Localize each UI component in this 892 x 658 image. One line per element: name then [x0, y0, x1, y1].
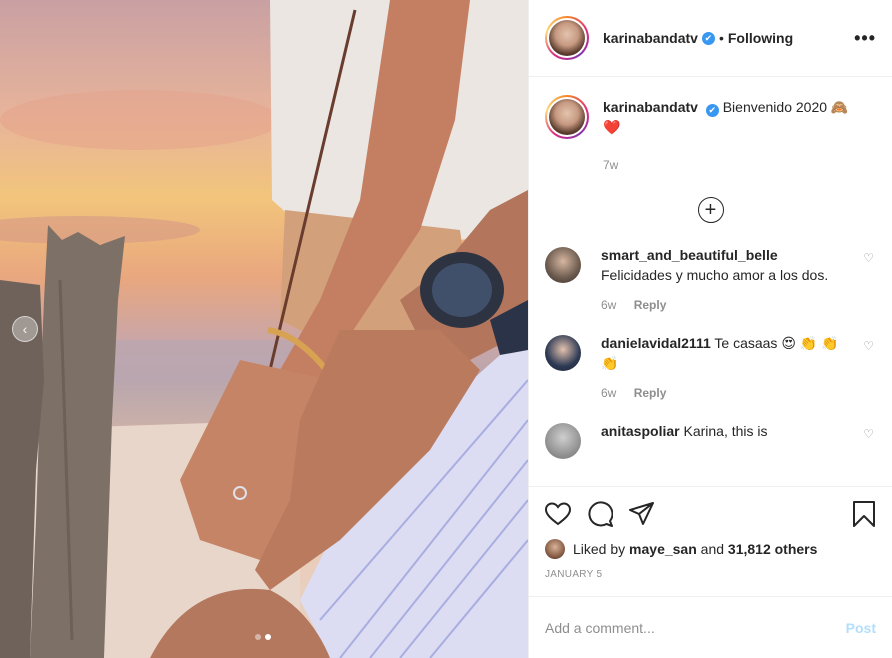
comment-icon[interactable]: [587, 501, 613, 527]
liker-username[interactable]: maye_san: [629, 541, 697, 557]
heart-icon[interactable]: [545, 502, 571, 526]
action-buttons: [545, 499, 876, 529]
carousel-dot-active: [265, 634, 271, 640]
header-separator: •: [718, 30, 724, 46]
post-date[interactable]: JANUARY 5: [545, 569, 876, 580]
share-icon[interactable]: [629, 502, 655, 526]
verified-badge-icon: ✔: [701, 31, 715, 45]
post-caption: karinabandatv ✔ Bienvenido 2020 🙈 ❤️ 7w: [545, 95, 876, 175]
comment-like-heart-icon[interactable]: ♡: [863, 251, 874, 265]
post-side-panel: karinabandatv ✔ • Following ••• karinaba…: [528, 0, 892, 658]
comment-input[interactable]: [545, 619, 846, 636]
caption-emoji: ❤️: [603, 119, 621, 135]
caption-avatar[interactable]: [545, 95, 589, 139]
carousel-indicator: [255, 634, 271, 640]
add-comment-bar: Post: [529, 596, 892, 658]
comment-username[interactable]: anitaspoliar: [601, 423, 680, 439]
avatar-image: [549, 20, 585, 56]
comment-item: smart_and_beautiful_belle Felicidades y …: [545, 245, 876, 315]
comment-item: anitaspoliar Karina, this is ♡: [545, 421, 876, 459]
post-header: karinabandatv ✔ • Following •••: [529, 0, 892, 77]
liker-avatar[interactable]: [545, 539, 565, 559]
header-username[interactable]: karinabandatv: [603, 30, 698, 46]
caption-username[interactable]: karinabandatv: [603, 99, 698, 115]
comment-avatar[interactable]: [545, 247, 581, 283]
following-button[interactable]: Following: [728, 30, 793, 46]
photo-illustration: [0, 0, 528, 658]
carousel-prev-button[interactable]: ‹: [12, 316, 38, 342]
comment-like-heart-icon[interactable]: ♡: [863, 339, 874, 353]
bookmark-icon[interactable]: [852, 500, 876, 528]
chevron-left-icon: ‹: [22, 321, 28, 337]
plus-circle-icon: +: [697, 197, 724, 223]
instagram-post: ‹ karinabandatv ✔ • Following ••• karina…: [0, 0, 892, 658]
verified-badge-icon: ✔: [705, 104, 719, 117]
comment-like-heart-icon[interactable]: ♡: [863, 427, 874, 441]
likes-summary: Liked by maye_san and 31,812 others: [545, 539, 876, 559]
comment-text: Felicidades y mucho amor a los dos.: [601, 267, 829, 283]
likes-count[interactable]: 31,812 others: [728, 541, 818, 557]
comment-avatar[interactable]: [545, 423, 581, 459]
load-more-comments[interactable]: +: [545, 197, 876, 223]
avatar[interactable]: [545, 16, 589, 60]
comment-item: danielavidal2111 Te casaas 😍 👏 👏👏 6w Rep…: [545, 333, 876, 403]
comment-username[interactable]: danielavidal2111: [601, 335, 711, 351]
caption-time[interactable]: 7w: [603, 155, 848, 175]
post-comment-button[interactable]: Post: [846, 620, 876, 636]
likes-joiner: and: [700, 541, 725, 557]
reply-button[interactable]: Reply: [634, 386, 667, 400]
comments-section[interactable]: karinabandatv ✔ Bienvenido 2020 🙈 ❤️ 7w …: [529, 77, 892, 486]
comment-time[interactable]: 6w: [601, 298, 616, 312]
post-photo[interactable]: ‹: [0, 0, 528, 658]
reply-button[interactable]: Reply: [634, 298, 667, 312]
more-options-icon[interactable]: •••: [854, 28, 876, 49]
avatar-image: [549, 99, 585, 135]
comment-username[interactable]: smart_and_beautiful_belle: [601, 247, 778, 263]
post-actions: Liked by maye_san and 31,812 others JANU…: [529, 486, 892, 596]
comment-avatar[interactable]: [545, 335, 581, 371]
comment-text: Karina, this is: [683, 423, 768, 439]
comment-time[interactable]: 6w: [601, 386, 616, 400]
carousel-dot: [255, 634, 261, 640]
likes-prefix: Liked by: [573, 541, 626, 557]
caption-text: Bienvenido 2020 🙈: [722, 99, 849, 115]
